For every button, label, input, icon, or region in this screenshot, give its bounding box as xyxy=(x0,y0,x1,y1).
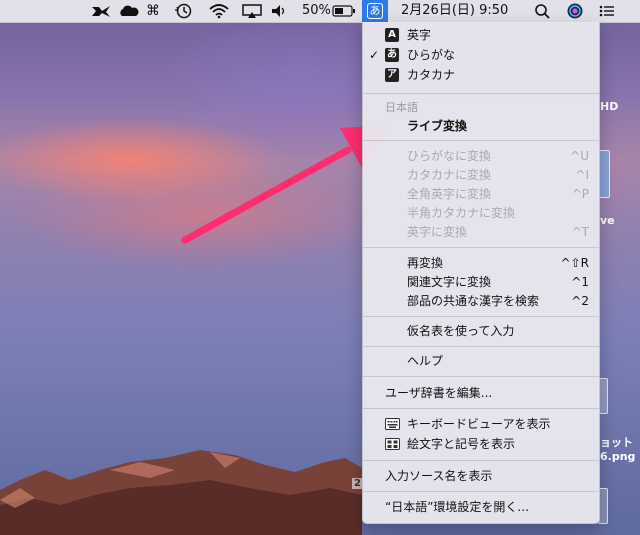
cloud-icon[interactable] xyxy=(118,0,140,22)
desktop-item-fragment: ョット xyxy=(600,436,633,449)
section-header: 日本語 xyxy=(363,98,599,117)
menu-item-edit-dictionary[interactable]: ユーザ辞書を編集... xyxy=(363,384,599,403)
desktop-item-fragment: ve xyxy=(600,214,615,227)
menu-item-label: ひらがな xyxy=(407,48,456,62)
volume-icon[interactable] xyxy=(270,0,290,22)
menu-item-label: カタカナ xyxy=(407,68,456,82)
menu-item-live-conversion[interactable]: ライブ変換 xyxy=(363,117,599,136)
menu-item-label: 再変換 xyxy=(407,256,444,270)
menu-item-eiji[interactable]: A 英字 xyxy=(363,26,599,45)
menu-item-label: キーボードビューアを表示 xyxy=(407,417,551,431)
menu-item-open-preferences[interactable]: “日本語”環境設定を開く... xyxy=(363,498,599,517)
menu-item-emoji-symbols[interactable]: 絵文字と記号を表示 xyxy=(363,435,599,454)
separator xyxy=(363,316,599,317)
menu-item-katakana[interactable]: ア カタカナ xyxy=(363,66,599,85)
separator xyxy=(363,460,599,461)
menu-item-to-hiragana[interactable]: ひらがなに変換 ^U xyxy=(363,147,599,166)
input-menu-button[interactable]: あ xyxy=(362,0,388,22)
menu-bar: ⌘ 50% あ 2月26日(日) 9:50 xyxy=(0,0,640,23)
checkmark-icon: ✓ xyxy=(369,48,380,62)
menu-item-help[interactable]: ヘルプ xyxy=(363,352,599,371)
airplay-icon[interactable] xyxy=(241,0,263,22)
menu-item-label: ライブ変換 xyxy=(407,119,468,133)
separator xyxy=(363,140,599,141)
menu-item-label: 絵文字と記号を表示 xyxy=(407,437,516,451)
katakana-badge: ア xyxy=(385,68,399,82)
menu-item-label: 半角カタカナに変換 xyxy=(407,206,516,220)
alphabet-badge: A xyxy=(385,28,399,42)
clock[interactable]: 2月26日(日) 9:50 xyxy=(401,0,508,22)
input-mode-glyph: あ xyxy=(367,3,383,19)
menu-item-kana-table[interactable]: 仮名表を使って入力 xyxy=(363,322,599,341)
menu-item-hiragana[interactable]: ✓ あ ひらがな xyxy=(363,46,599,65)
menu-item-label: 英字 xyxy=(407,28,432,42)
separator xyxy=(363,491,599,492)
wifi-icon[interactable] xyxy=(208,0,230,22)
time-machine-icon[interactable] xyxy=(174,0,196,22)
menu-item-label: 関連文字に変換 xyxy=(407,275,492,289)
menu-item-label: 入力ソース名を表示 xyxy=(385,469,493,483)
shortcut: ^⇧R xyxy=(560,256,589,270)
menu-item-label: 全角英字に変換 xyxy=(407,187,492,201)
menu-item-reconvert[interactable]: 再変換 ^⇧R xyxy=(363,254,599,273)
menu-item-label: “日本語”環境設定を開く... xyxy=(385,500,529,514)
menu-item-show-source-name[interactable]: 入力ソース名を表示 xyxy=(363,467,599,486)
menu-item-label: ユーザ辞書を編集... xyxy=(385,386,493,400)
menu-item-to-katakana[interactable]: カタカナに変換 ^I xyxy=(363,166,599,185)
notification-center-icon[interactable] xyxy=(598,0,618,22)
spotlight-search-icon[interactable] xyxy=(534,0,554,22)
menu-item-label: カタカナに変換 xyxy=(407,168,492,182)
shortcut: ^P xyxy=(571,187,589,201)
battery-percent[interactable]: 50% xyxy=(302,0,331,22)
battery-icon[interactable] xyxy=(332,0,356,22)
menu-item-label: ひらがなに変換 xyxy=(407,149,492,163)
separator xyxy=(363,346,599,347)
menu-item-kanji-search[interactable]: 部品の共通な漢字を検索 ^2 xyxy=(363,292,599,311)
menu-item-to-fullwidth-alpha[interactable]: 全角英字に変換 ^P xyxy=(363,185,599,204)
shortcut: ^I xyxy=(575,168,589,182)
keyboard-icon xyxy=(385,417,400,437)
menu-item-label: 部品の共通な漢字を検索 xyxy=(407,294,540,308)
desktop-item-fragment: 6.png xyxy=(600,450,636,463)
menu-item-label: ヘルプ xyxy=(407,354,444,368)
menu-item-label: 仮名表を使って入力 xyxy=(407,324,515,338)
command-icon[interactable]: ⌘ xyxy=(146,0,164,22)
separator xyxy=(363,93,599,94)
shortcut: ^1 xyxy=(571,275,589,289)
shortcut: ^T xyxy=(571,225,589,239)
shortcut: ^2 xyxy=(571,294,589,308)
character-viewer-icon xyxy=(385,437,400,457)
menu-item-keyboard-viewer[interactable]: キーボードビューアを表示 xyxy=(363,415,599,434)
menu-item-label: 英字に変換 xyxy=(407,225,468,239)
separator xyxy=(363,408,599,409)
drive-label: HD xyxy=(600,100,619,113)
separator xyxy=(363,376,599,377)
section-header-label: 日本語 xyxy=(385,101,418,114)
menu-item-to-alpha[interactable]: 英字に変換 ^T xyxy=(363,223,599,242)
menu-item-to-halfwidth-katakana[interactable]: 半角カタカナに変換 xyxy=(363,204,599,223)
input-menu: A 英字 ✓ あ ひらがな ア カタカナ 日本語 ライブ変換 ひらがなに変換 ^… xyxy=(362,22,600,524)
bird-icon[interactable] xyxy=(90,0,114,22)
shortcut: ^U xyxy=(570,149,589,163)
separator xyxy=(363,247,599,248)
siri-icon[interactable] xyxy=(566,0,586,22)
menu-item-related-chars[interactable]: 関連文字に変換 ^1 xyxy=(363,273,599,292)
hiragana-badge: あ xyxy=(385,48,399,62)
